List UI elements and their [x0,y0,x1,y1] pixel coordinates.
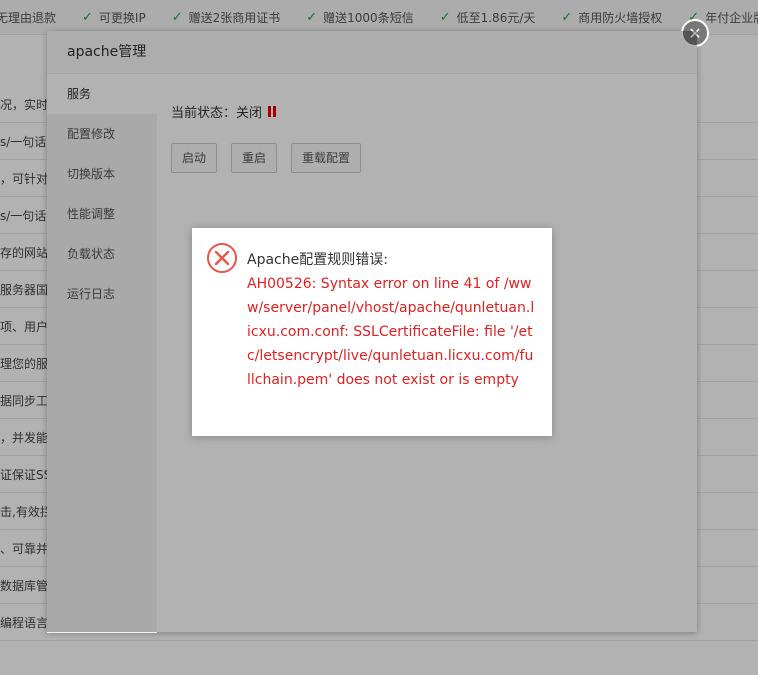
message-title: Apache配置规则错误: [247,252,388,268]
message-detail: AH00526: Syntax error on line 41 of /www… [247,276,535,388]
error-message: Apache配置规则错误: AH00526: Syntax error on l… [192,228,552,436]
error-circle-icon [207,243,237,273]
message-text: Apache配置规则错误: AH00526: Syntax error on l… [247,248,537,392]
